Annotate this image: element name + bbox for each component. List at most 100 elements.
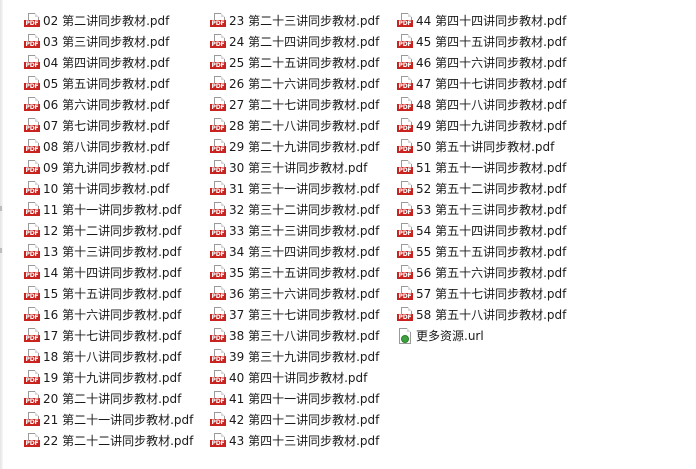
url-shortcut-icon bbox=[397, 327, 413, 344]
pdf-badge: PDF bbox=[210, 334, 226, 342]
pdf-file-item[interactable]: PDF 39 第三十九讲同步教材.pdf bbox=[210, 346, 379, 367]
pdf-file-item[interactable]: PDF 55 第五十五讲同步教材.pdf bbox=[397, 241, 566, 262]
pdf-file-icon: PDF bbox=[210, 243, 226, 260]
pdf-file-item[interactable]: PDF 38 第三十八讲同步教材.pdf bbox=[210, 325, 379, 346]
pdf-badge: PDF bbox=[24, 439, 40, 447]
pdf-file-item[interactable]: PDF 07 第七讲同步教材.pdf bbox=[24, 115, 193, 136]
pdf-file-item[interactable]: PDF 51 第五十一讲同步教材.pdf bbox=[397, 157, 566, 178]
pdf-badge: PDF bbox=[24, 271, 40, 279]
pdf-file-icon: PDF bbox=[210, 12, 226, 29]
file-name: 49 第四十九讲同步教材.pdf bbox=[416, 119, 567, 133]
pdf-file-icon: PDF bbox=[210, 348, 226, 365]
pdf-badge: PDF bbox=[24, 208, 40, 216]
pdf-file-item[interactable]: PDF 17 第十七讲同步教材.pdf bbox=[24, 325, 193, 346]
pdf-file-item[interactable]: PDF 58 第五十八讲同步教材.pdf bbox=[397, 304, 566, 325]
pdf-file-item[interactable]: PDF 33 第三十三讲同步教材.pdf bbox=[210, 220, 379, 241]
pdf-file-item[interactable]: PDF 57 第五十七讲同步教材.pdf bbox=[397, 283, 566, 304]
pdf-badge: PDF bbox=[210, 166, 226, 174]
pdf-file-item[interactable]: PDF 36 第三十六讲同步教材.pdf bbox=[210, 283, 379, 304]
file-name: 51 第五十一讲同步教材.pdf bbox=[416, 161, 567, 175]
pdf-file-item[interactable]: PDF 06 第六讲同步教材.pdf bbox=[24, 94, 193, 115]
pdf-file-item[interactable]: PDF 04 第四讲同步教材.pdf bbox=[24, 52, 193, 73]
pdf-file-icon: PDF bbox=[397, 33, 413, 50]
file-name: 11 第十一讲同步教材.pdf bbox=[43, 203, 182, 217]
pdf-file-icon: PDF bbox=[24, 285, 40, 302]
pdf-file-icon: PDF bbox=[24, 117, 40, 134]
pdf-badge: PDF bbox=[397, 124, 413, 132]
pdf-file-item[interactable]: PDF 29 第二十九讲同步教材.pdf bbox=[210, 136, 379, 157]
pdf-file-item[interactable]: PDF 42 第四十二讲同步教材.pdf bbox=[210, 409, 379, 430]
pdf-file-item[interactable]: PDF 22 第二十二讲同步教材.pdf bbox=[24, 430, 193, 451]
pdf-file-icon: PDF bbox=[210, 180, 226, 197]
pdf-file-item[interactable]: PDF 56 第五十六讲同步教材.pdf bbox=[397, 262, 566, 283]
pdf-file-item[interactable]: PDF 13 第十三讲同步教材.pdf bbox=[24, 241, 193, 262]
file-name: 20 第二十讲同步教材.pdf bbox=[43, 392, 182, 406]
pdf-file-item[interactable]: PDF 41 第四十一讲同步教材.pdf bbox=[210, 388, 379, 409]
pdf-file-item[interactable]: PDF 10 第十讲同步教材.pdf bbox=[24, 178, 193, 199]
pdf-file-item[interactable]: PDF 30 第三十讲同步教材.pdf bbox=[210, 157, 379, 178]
pdf-badge: PDF bbox=[210, 418, 226, 426]
pdf-file-item[interactable]: PDF 50 第五十讲同步教材.pdf bbox=[397, 136, 566, 157]
pdf-file-item[interactable]: PDF 35 第三十五讲同步教材.pdf bbox=[210, 262, 379, 283]
pdf-file-item[interactable]: PDF 37 第三十七讲同步教材.pdf bbox=[210, 304, 379, 325]
pdf-file-item[interactable]: PDF 18 第十八讲同步教材.pdf bbox=[24, 346, 193, 367]
file-name: 24 第二十四讲同步教材.pdf bbox=[229, 35, 380, 49]
pdf-badge: PDF bbox=[210, 208, 226, 216]
pdf-file-icon: PDF bbox=[210, 264, 226, 281]
pdf-file-item[interactable]: PDF 12 第十二讲同步教材.pdf bbox=[24, 220, 193, 241]
url-file-item[interactable]: 更多资源.url bbox=[397, 325, 566, 346]
pdf-badge: PDF bbox=[210, 82, 226, 90]
pdf-file-item[interactable]: PDF 11 第十一讲同步教材.pdf bbox=[24, 199, 193, 220]
pdf-file-item[interactable]: PDF 43 第四十三讲同步教材.pdf bbox=[210, 430, 379, 451]
pdf-file-icon: PDF bbox=[397, 180, 413, 197]
pdf-file-item[interactable]: PDF 15 第十五讲同步教材.pdf bbox=[24, 283, 193, 304]
pdf-file-item[interactable]: PDF 34 第三十四讲同步教材.pdf bbox=[210, 241, 379, 262]
pdf-file-item[interactable]: PDF 20 第二十讲同步教材.pdf bbox=[24, 388, 193, 409]
pdf-file-item[interactable]: PDF 23 第二十三讲同步教材.pdf bbox=[210, 10, 379, 31]
pdf-badge: PDF bbox=[24, 103, 40, 111]
file-name: 17 第十七讲同步教材.pdf bbox=[43, 329, 182, 343]
file-name: 13 第十三讲同步教材.pdf bbox=[43, 245, 182, 259]
pdf-file-item[interactable]: PDF 45 第四十五讲同步教材.pdf bbox=[397, 31, 566, 52]
pdf-file-item[interactable]: PDF 31 第三十一讲同步教材.pdf bbox=[210, 178, 379, 199]
pdf-file-item[interactable]: PDF 44 第四十四讲同步教材.pdf bbox=[397, 10, 566, 31]
pdf-badge: PDF bbox=[210, 103, 226, 111]
pdf-file-item[interactable]: PDF 16 第十六讲同步教材.pdf bbox=[24, 304, 193, 325]
pdf-file-item[interactable]: PDF 52 第五十二讲同步教材.pdf bbox=[397, 178, 566, 199]
pdf-badge: PDF bbox=[210, 250, 226, 258]
pdf-file-icon: PDF bbox=[210, 75, 226, 92]
pdf-file-item[interactable]: PDF 49 第四十九讲同步教材.pdf bbox=[397, 115, 566, 136]
pdf-file-item[interactable]: PDF 14 第十四讲同步教材.pdf bbox=[24, 262, 193, 283]
pdf-file-item[interactable]: PDF 48 第四十八讲同步教材.pdf bbox=[397, 94, 566, 115]
pdf-file-item[interactable]: PDF 26 第二十六讲同步教材.pdf bbox=[210, 73, 379, 94]
pdf-file-icon: PDF bbox=[210, 432, 226, 449]
pdf-badge: PDF bbox=[24, 61, 40, 69]
pdf-file-item[interactable]: PDF 53 第五十三讲同步教材.pdf bbox=[397, 199, 566, 220]
pdf-file-item[interactable]: PDF 47 第四十七讲同步教材.pdf bbox=[397, 73, 566, 94]
pdf-file-item[interactable]: PDF 19 第十九讲同步教材.pdf bbox=[24, 367, 193, 388]
file-name: 38 第三十八讲同步教材.pdf bbox=[229, 329, 380, 343]
pdf-badge: PDF bbox=[24, 40, 40, 48]
pdf-file-icon: PDF bbox=[24, 180, 40, 197]
pdf-file-item[interactable]: PDF 08 第八讲同步教材.pdf bbox=[24, 136, 193, 157]
pdf-file-item[interactable]: PDF 46 第四十六讲同步教材.pdf bbox=[397, 52, 566, 73]
pdf-file-item[interactable]: PDF 02 第二讲同步教材.pdf bbox=[24, 10, 193, 31]
pdf-file-item[interactable]: PDF 54 第五十四讲同步教材.pdf bbox=[397, 220, 566, 241]
file-name: 32 第三十二讲同步教材.pdf bbox=[229, 203, 380, 217]
pdf-badge: PDF bbox=[24, 418, 40, 426]
file-name: 21 第二十一讲同步教材.pdf bbox=[43, 413, 194, 427]
pdf-file-item[interactable]: PDF 27 第二十七讲同步教材.pdf bbox=[210, 94, 379, 115]
file-name: 02 第二讲同步教材.pdf bbox=[43, 14, 170, 28]
pdf-file-item[interactable]: PDF 24 第二十四讲同步教材.pdf bbox=[210, 31, 379, 52]
pdf-file-item[interactable]: PDF 28 第二十八讲同步教材.pdf bbox=[210, 115, 379, 136]
pdf-file-item[interactable]: PDF 05 第五讲同步教材.pdf bbox=[24, 73, 193, 94]
pdf-file-item[interactable]: PDF 09 第九讲同步教材.pdf bbox=[24, 157, 193, 178]
pdf-file-item[interactable]: PDF 03 第三讲同步教材.pdf bbox=[24, 31, 193, 52]
pdf-file-item[interactable]: PDF 40 第四十讲同步教材.pdf bbox=[210, 367, 379, 388]
pdf-badge: PDF bbox=[397, 313, 413, 321]
pdf-file-icon: PDF bbox=[397, 201, 413, 218]
pdf-file-item[interactable]: PDF 21 第二十一讲同步教材.pdf bbox=[24, 409, 193, 430]
pdf-file-item[interactable]: PDF 25 第二十五讲同步教材.pdf bbox=[210, 52, 379, 73]
pdf-file-item[interactable]: PDF 32 第三十二讲同步教材.pdf bbox=[210, 199, 379, 220]
file-name: 39 第三十九讲同步教材.pdf bbox=[229, 350, 380, 364]
